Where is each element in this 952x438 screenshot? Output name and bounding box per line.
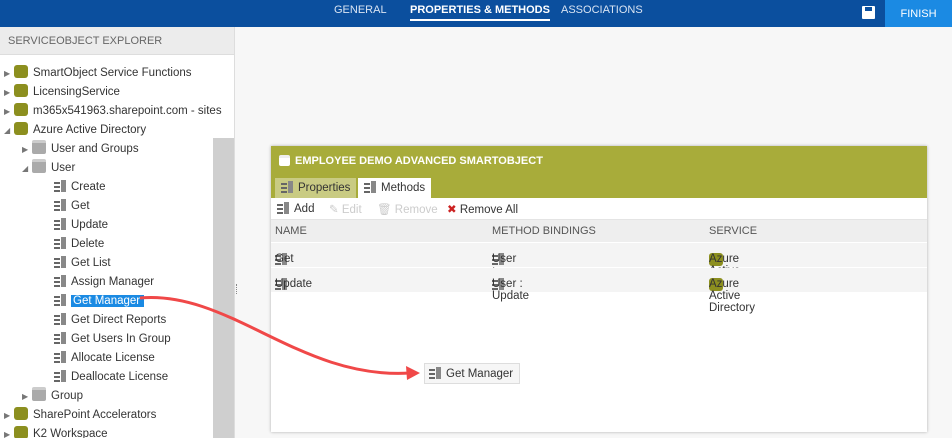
drag-arrow [139, 296, 420, 380]
